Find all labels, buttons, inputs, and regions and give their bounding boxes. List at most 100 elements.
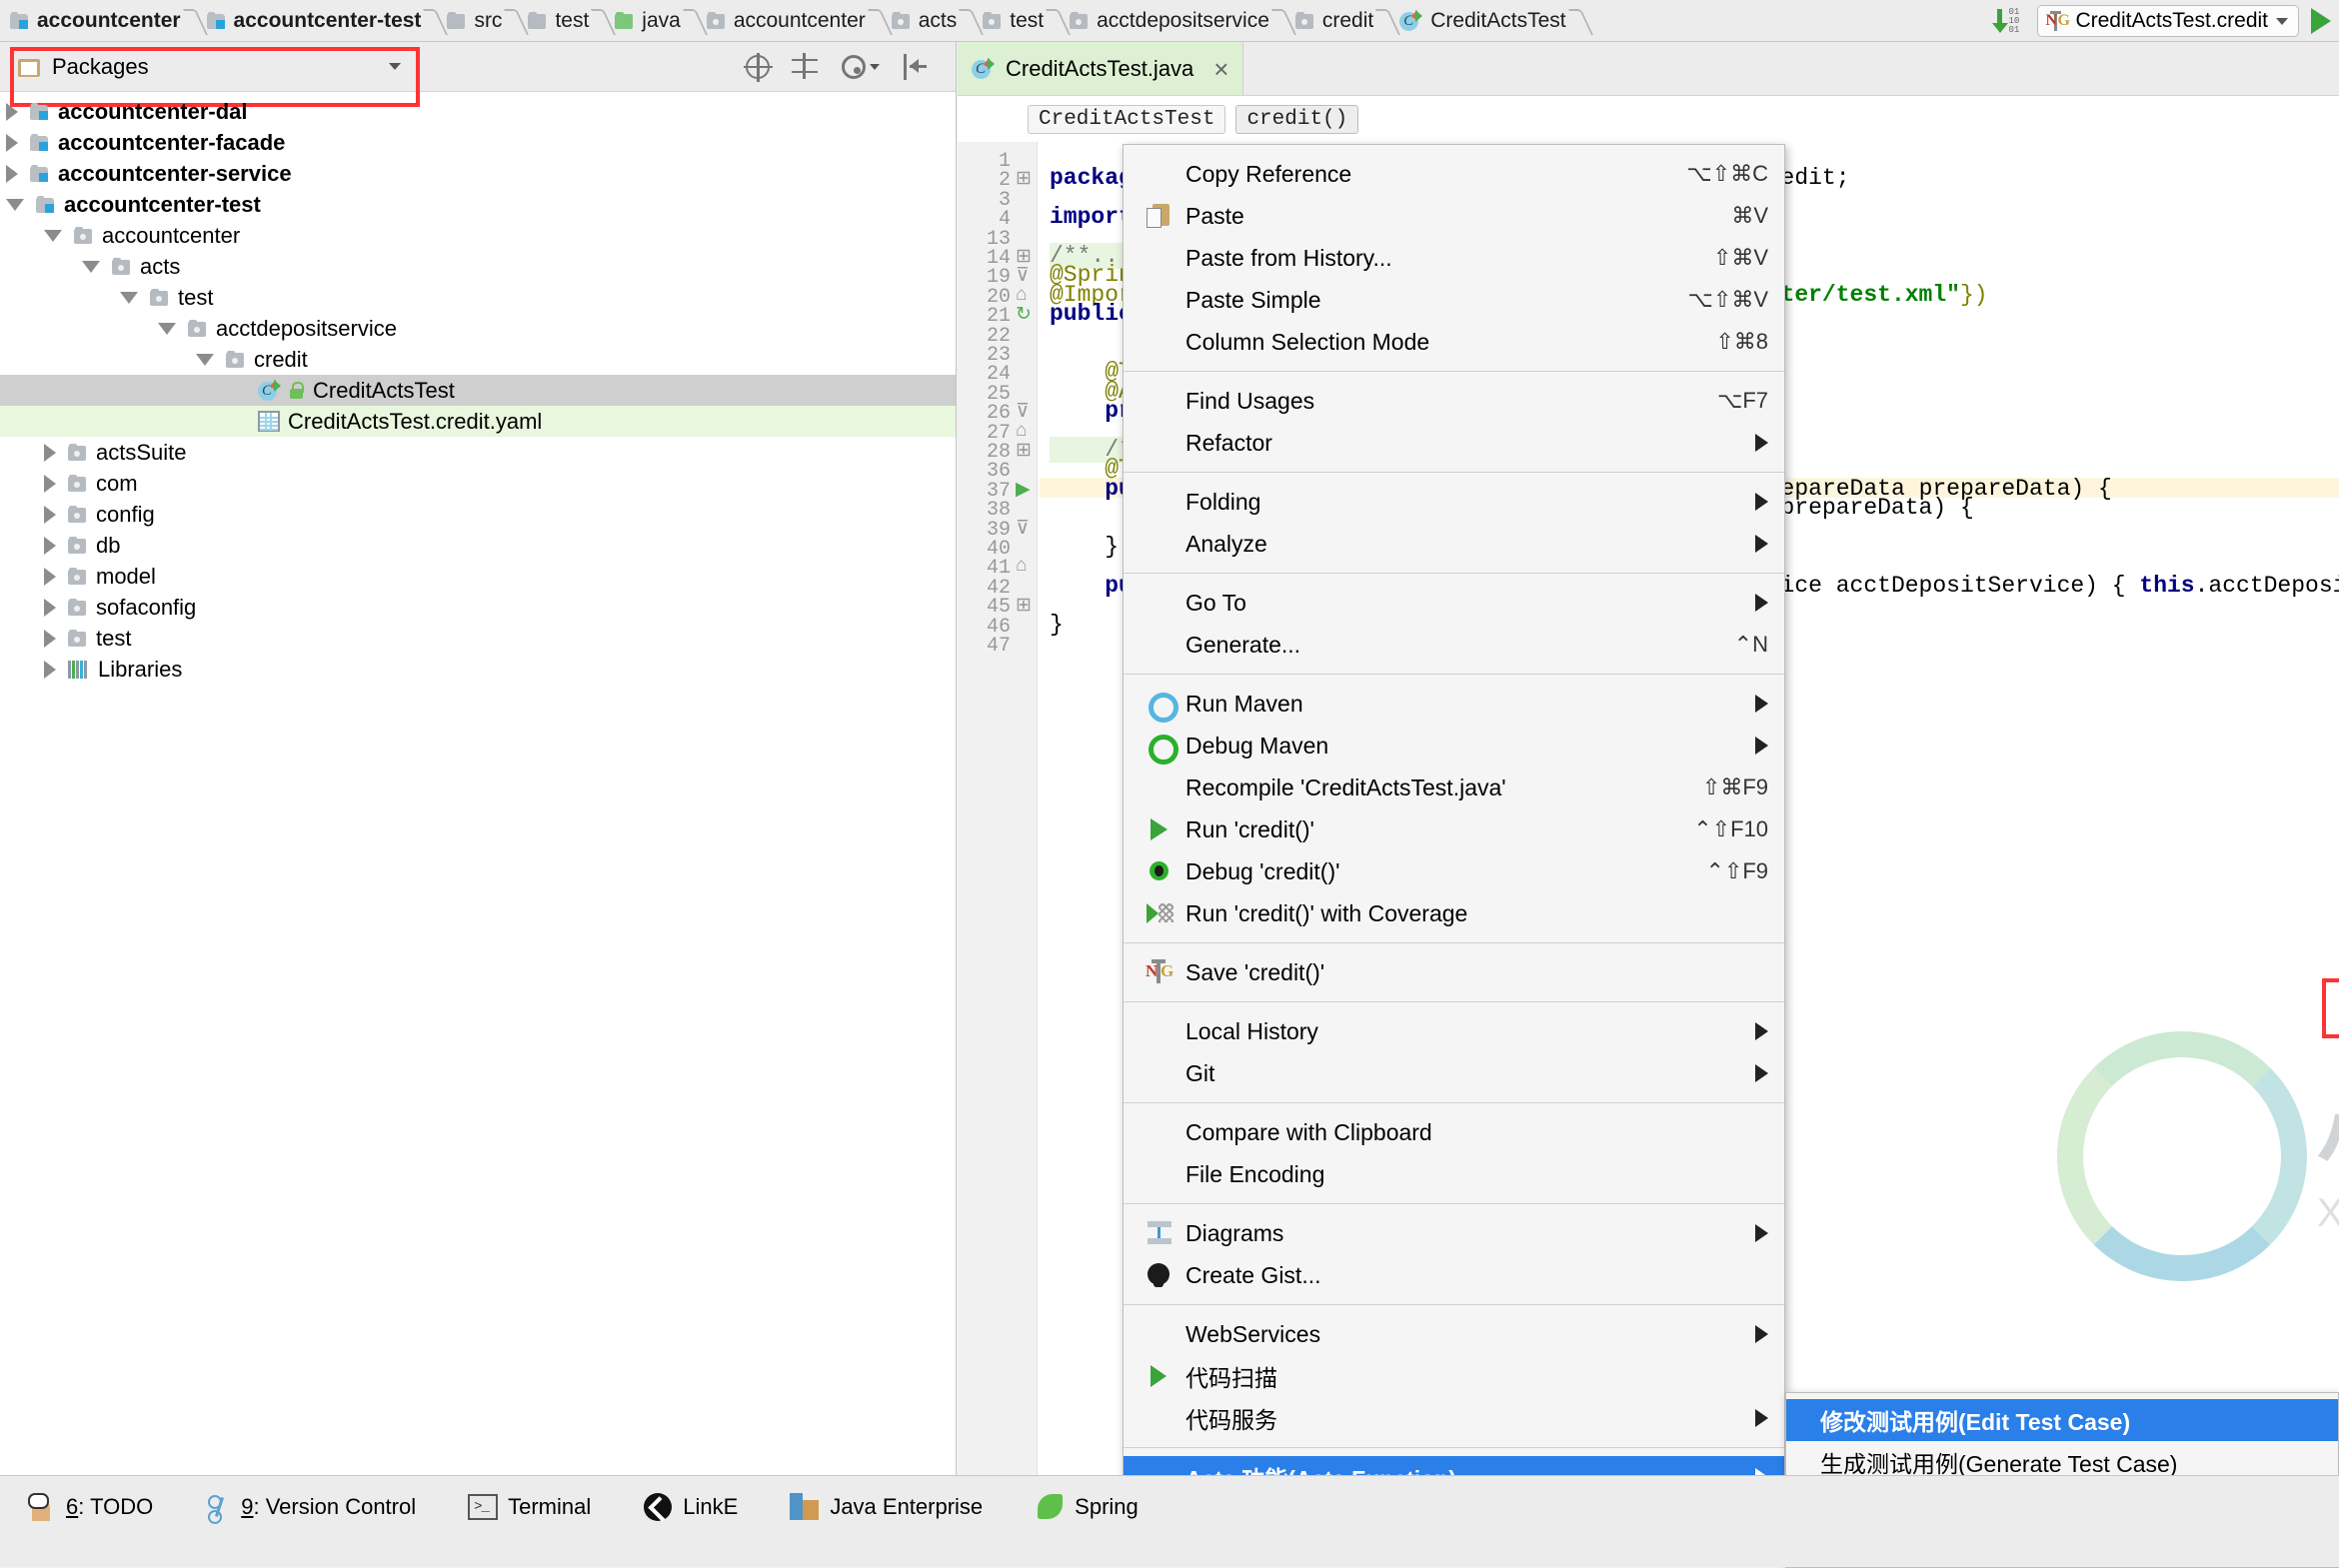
tree-node-creditactstest[interactable]: C CreditActsTest	[0, 375, 956, 406]
menu-item-file-encoding[interactable]: File Encoding	[1124, 1153, 1784, 1195]
chevron-right-icon[interactable]	[44, 567, 56, 586]
menu-item-diagrams[interactable]: Diagrams	[1124, 1212, 1784, 1254]
chevron-right-icon[interactable]	[44, 629, 56, 648]
chevron-down-icon[interactable]	[6, 198, 24, 211]
status-bar-button-terminal[interactable]: >_ Terminal	[442, 1486, 617, 1528]
status-bar-button-6-todo[interactable]: 6: TODO	[0, 1486, 179, 1528]
tree-node-sofaconfig[interactable]: sofaconfig	[0, 592, 956, 623]
tree-node-config[interactable]: config	[0, 499, 956, 530]
gutter-marker[interactable]: ▶	[1016, 478, 1031, 501]
tree-node-credit[interactable]: credit	[0, 344, 956, 375]
gear-chevron-icon[interactable]	[870, 63, 880, 70]
breadcrumb-item-accountcenter-test[interactable]: accountcenter-test	[203, 0, 428, 42]
menu-item-paste[interactable]: Paste ⌘V	[1124, 195, 1784, 237]
menu-item-run-credit[interactable]: Run 'credit()' ⌃⇧F10	[1124, 808, 1784, 850]
close-icon[interactable]: ×	[1213, 56, 1228, 82]
menu-item-paste-simple[interactable]: Paste Simple ⌥⇧⌘V	[1124, 279, 1784, 321]
menu-item-paste-from-history[interactable]: Paste from History... ⇧⌘V	[1124, 237, 1784, 279]
hide-panel-icon[interactable]	[902, 53, 930, 81]
menu-item-generate[interactable]: Generate... ⌃N	[1124, 624, 1784, 666]
chevron-right-icon[interactable]	[6, 164, 18, 183]
status-bar-button-linke[interactable]: LinkE	[617, 1486, 764, 1528]
menu-item-run-credit-with-coverage[interactable]: Run 'credit()' with Coverage	[1124, 892, 1784, 934]
breadcrumb-item-creditactstest[interactable]: C CreditActsTest	[1395, 0, 1571, 42]
menu-item-[interactable]: 代码扫描	[1124, 1355, 1784, 1397]
menu-item-[interactable]: 代码服务	[1124, 1397, 1784, 1439]
breadcrumb-item-accountcenter[interactable]: accountcenter	[6, 0, 187, 42]
editor-breadcrumb-method[interactable]: credit()	[1235, 104, 1359, 134]
tree-node-acctdepositservice[interactable]: acctdepositservice	[0, 313, 956, 344]
gutter-marker[interactable]: ⊞	[1016, 439, 1032, 462]
gutter-marker[interactable]: ⊞	[1016, 594, 1032, 617]
chevron-right-icon[interactable]	[44, 443, 56, 462]
breadcrumb-item-java[interactable]: java	[611, 0, 687, 42]
run-configuration-selector[interactable]: NG CreditActsTest.credit	[2037, 5, 2299, 37]
view-chevron-down-icon[interactable]	[388, 63, 401, 70]
menu-item-compare-with-clipboard[interactable]: Compare with Clipboard	[1124, 1111, 1784, 1153]
chevron-down-icon[interactable]	[120, 291, 138, 304]
menu-item-run-maven[interactable]: Run Maven	[1124, 683, 1784, 725]
chevron-right-icon[interactable]	[44, 505, 56, 524]
project-tree[interactable]: accountcenter-dal accountcenter-facade acc…	[0, 92, 956, 1475]
menu-item-git[interactable]: Git	[1124, 1052, 1784, 1094]
tree-node-model[interactable]: model	[0, 561, 956, 592]
chevron-right-icon[interactable]	[44, 598, 56, 617]
download-sources-icon[interactable]: 01 10 01	[1991, 7, 2025, 35]
status-bar-button-9-version-control[interactable]: 9: Version Control	[179, 1486, 442, 1528]
submenu-item-edit-test-case[interactable]: 修改测试用例(Edit Test Case)	[1786, 1399, 2338, 1441]
menu-item-recompile-creditactstest-java[interactable]: Recompile 'CreditActsTest.java' ⇧⌘F9	[1124, 767, 1784, 808]
menu-item-debug-credit[interactable]: Debug 'credit()' ⌃⇧F9	[1124, 850, 1784, 892]
chevron-right-icon[interactable]	[44, 474, 56, 493]
breadcrumb-item-src[interactable]: src	[443, 0, 508, 42]
editor-breadcrumb-class[interactable]: CreditActsTest	[1028, 104, 1226, 134]
tree-node-db[interactable]: db	[0, 530, 956, 561]
breadcrumb-item-test[interactable]: test	[524, 0, 595, 42]
chevron-down-icon[interactable]	[158, 322, 176, 335]
collapse-all-icon[interactable]	[792, 52, 820, 81]
editor-gutter[interactable]: 1 2 3 4 13 14 19 20 21 22 23 24 25 26 27 28 36 37 38 39 40 41…	[958, 142, 1038, 1475]
breadcrumb-item-accountcenter[interactable]: accountcenter	[703, 0, 872, 42]
menu-item-find-usages[interactable]: Find Usages ⌥F7	[1124, 380, 1784, 422]
tree-node-accountcenter-test[interactable]: accountcenter-test	[0, 189, 956, 220]
tree-node-accountcenter-dal[interactable]: accountcenter-dal	[0, 96, 956, 127]
chevron-down-icon[interactable]	[2276, 17, 2288, 25]
menu-item-column-selection-mode[interactable]: Column Selection Mode ⇧⌘8	[1124, 321, 1784, 363]
tree-node-actssuite[interactable]: actsSuite	[0, 437, 956, 468]
chevron-right-icon[interactable]	[6, 102, 18, 121]
menu-item-local-history[interactable]: Local History	[1124, 1010, 1784, 1052]
breadcrumb-item-test[interactable]: test	[979, 0, 1050, 42]
editor-tab-creditactstest[interactable]: C CreditActsTest.java ×	[958, 42, 1244, 95]
gutter-marker[interactable]: ⊽	[1016, 517, 1030, 540]
chevron-down-icon[interactable]	[82, 260, 100, 273]
settings-gear-icon[interactable]	[842, 54, 866, 79]
chevron-down-icon[interactable]	[196, 353, 214, 366]
menu-item-folding[interactable]: Folding	[1124, 481, 1784, 523]
run-button-icon[interactable]	[2311, 8, 2331, 34]
tree-node-com[interactable]: com	[0, 468, 956, 499]
menu-item-debug-maven[interactable]: Debug Maven	[1124, 725, 1784, 767]
tree-node-accountcenter-facade[interactable]: accountcenter-facade	[0, 127, 956, 158]
chevron-right-icon[interactable]	[44, 536, 56, 555]
packages-view-selector[interactable]: Packages	[8, 50, 159, 84]
tree-node-creditactstest-credit-yaml[interactable]: CreditActsTest.credit.yaml	[0, 406, 956, 437]
menu-item-create-gist[interactable]: Create Gist...	[1124, 1254, 1784, 1296]
menu-item-go-to[interactable]: Go To	[1124, 582, 1784, 624]
menu-item-analyze[interactable]: Analyze	[1124, 523, 1784, 565]
status-bar-button-spring[interactable]: Spring	[1009, 1486, 1165, 1528]
tree-node-acts[interactable]: acts	[0, 251, 956, 282]
tree-node-libraries[interactable]: Libraries	[0, 654, 956, 685]
chevron-right-icon[interactable]	[44, 660, 56, 679]
breadcrumb-item-acctdepositservice[interactable]: acctdepositservice	[1066, 0, 1275, 42]
chevron-right-icon[interactable]	[6, 133, 18, 152]
status-bar-button-java-enterprise[interactable]: Java Enterprise	[764, 1486, 1009, 1528]
gutter-marker[interactable]: ⌂	[1016, 555, 1027, 577]
gutter-marker[interactable]: ⊞	[1016, 167, 1032, 190]
chevron-down-icon[interactable]	[44, 229, 62, 242]
tree-node-test[interactable]: test	[0, 282, 956, 313]
menu-item-refactor[interactable]: Refactor	[1124, 422, 1784, 464]
context-menu[interactable]: Copy Reference ⌥⇧⌘C Paste ⌘V Paste from Hist…	[1123, 144, 1785, 1499]
tree-node-test[interactable]: test	[0, 623, 956, 654]
gutter-marker[interactable]: ↻	[1016, 303, 1032, 326]
breadcrumb-item-acts[interactable]: acts	[888, 0, 964, 42]
menu-item-save-credit[interactable]: N G Save 'credit()'	[1124, 951, 1784, 993]
